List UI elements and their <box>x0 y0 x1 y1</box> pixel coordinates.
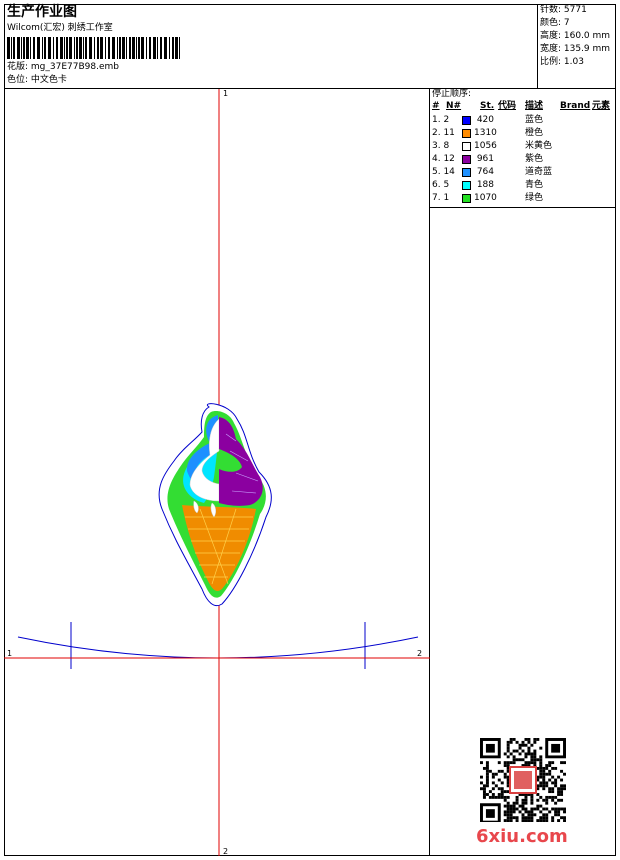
color-swatch <box>462 155 471 164</box>
row-code: 764 <box>476 167 494 177</box>
col-header-code: 代码 <box>498 101 517 111</box>
row-desc: 绿色 <box>525 193 544 203</box>
row-code: 1070 <box>474 193 497 203</box>
table-row: 4. 12 961 紫色 <box>430 154 616 167</box>
color-swatch <box>462 194 471 203</box>
row-code: 188 <box>476 180 494 190</box>
barcode <box>7 37 180 59</box>
row-code: 1310 <box>474 128 497 138</box>
axis-label-top: 1 <box>223 89 229 98</box>
color-swatch <box>462 129 471 138</box>
col-header-st: St. <box>480 101 495 111</box>
row-index: 7. 1 <box>432 193 450 203</box>
design-drawing <box>4 89 430 856</box>
sheet-header: 生产作业图 Wilcom(汇宏) 刺绣工作室 花版: mg_37E77B98.e… <box>4 4 616 89</box>
row-desc: 米黄色 <box>525 141 553 151</box>
row-index: 6. 5 <box>432 180 450 190</box>
stat-scale: 比例: 1.03 <box>540 57 584 67</box>
row-index: 2. 11 <box>432 128 455 138</box>
design-file: 花版: mg_37E77B98.emb <box>7 62 119 72</box>
studio-name: Wilcom(汇宏) 刺绣工作室 <box>7 23 113 33</box>
stats-box: 针数: 5771 颜色: 7 高度: 160.0 mm 宽度: 135.9 mm… <box>537 4 616 89</box>
color-swatch <box>462 142 471 151</box>
col-header-brand: Brand <box>560 101 591 111</box>
row-index: 5. 14 <box>432 167 455 177</box>
row-desc: 青色 <box>525 180 544 190</box>
col-header-idx: # <box>432 101 440 111</box>
color-table-title: 停止顺序: <box>432 89 472 99</box>
qr-code <box>480 738 566 822</box>
color-swatch <box>462 168 471 177</box>
table-row: 6. 5 188 青色 <box>430 180 616 193</box>
design-canvas: 1 1 2 2 <box>4 89 430 856</box>
axis-label-left: 1 <box>7 649 13 658</box>
row-desc: 紫色 <box>525 154 544 164</box>
color-stop-table: 停止顺序: # N# St. 代码 描述 Brand 元素 1. 2 420 蓝… <box>430 89 616 208</box>
stat-stitches: 针数: 5771 <box>540 5 587 15</box>
row-index: 1. 2 <box>432 115 450 125</box>
colorway: 色位: 中文色卡 <box>7 75 67 85</box>
row-desc: 橙色 <box>525 128 544 138</box>
table-row: 3. 8 1056 米黄色 <box>430 141 616 154</box>
stat-height: 高度: 160.0 mm <box>540 31 611 41</box>
row-index: 3. 8 <box>432 141 450 151</box>
row-index: 4. 12 <box>432 154 455 164</box>
row-desc: 蓝色 <box>525 115 544 125</box>
table-row: 1. 2 420 蓝色 <box>430 115 616 128</box>
stat-width: 宽度: 135.9 mm <box>540 44 611 54</box>
row-code: 1056 <box>474 141 497 151</box>
axis-label-right: 2 <box>417 649 423 658</box>
stat-colors: 颜色: 7 <box>540 18 570 28</box>
color-swatch <box>462 116 471 125</box>
table-row: 5. 14 764 道奇蓝 <box>430 167 616 180</box>
row-desc: 道奇蓝 <box>525 167 553 177</box>
axis-label-bottom: 2 <box>223 847 229 856</box>
row-code: 420 <box>476 115 494 125</box>
table-row: 2. 11 1310 橙色 <box>430 128 616 141</box>
table-row: 7. 1 1070 绿色 <box>430 193 616 206</box>
col-header-n: N# <box>446 101 462 111</box>
col-header-elements: 元素 <box>592 101 611 111</box>
sheet-title: 生产作业图 <box>7 4 77 20</box>
row-code: 961 <box>476 154 494 164</box>
color-swatch <box>462 181 471 190</box>
col-header-desc: 描述 <box>525 101 544 111</box>
site-logo: 6xiu.com <box>476 826 568 847</box>
hoop-arc <box>17 636 419 659</box>
